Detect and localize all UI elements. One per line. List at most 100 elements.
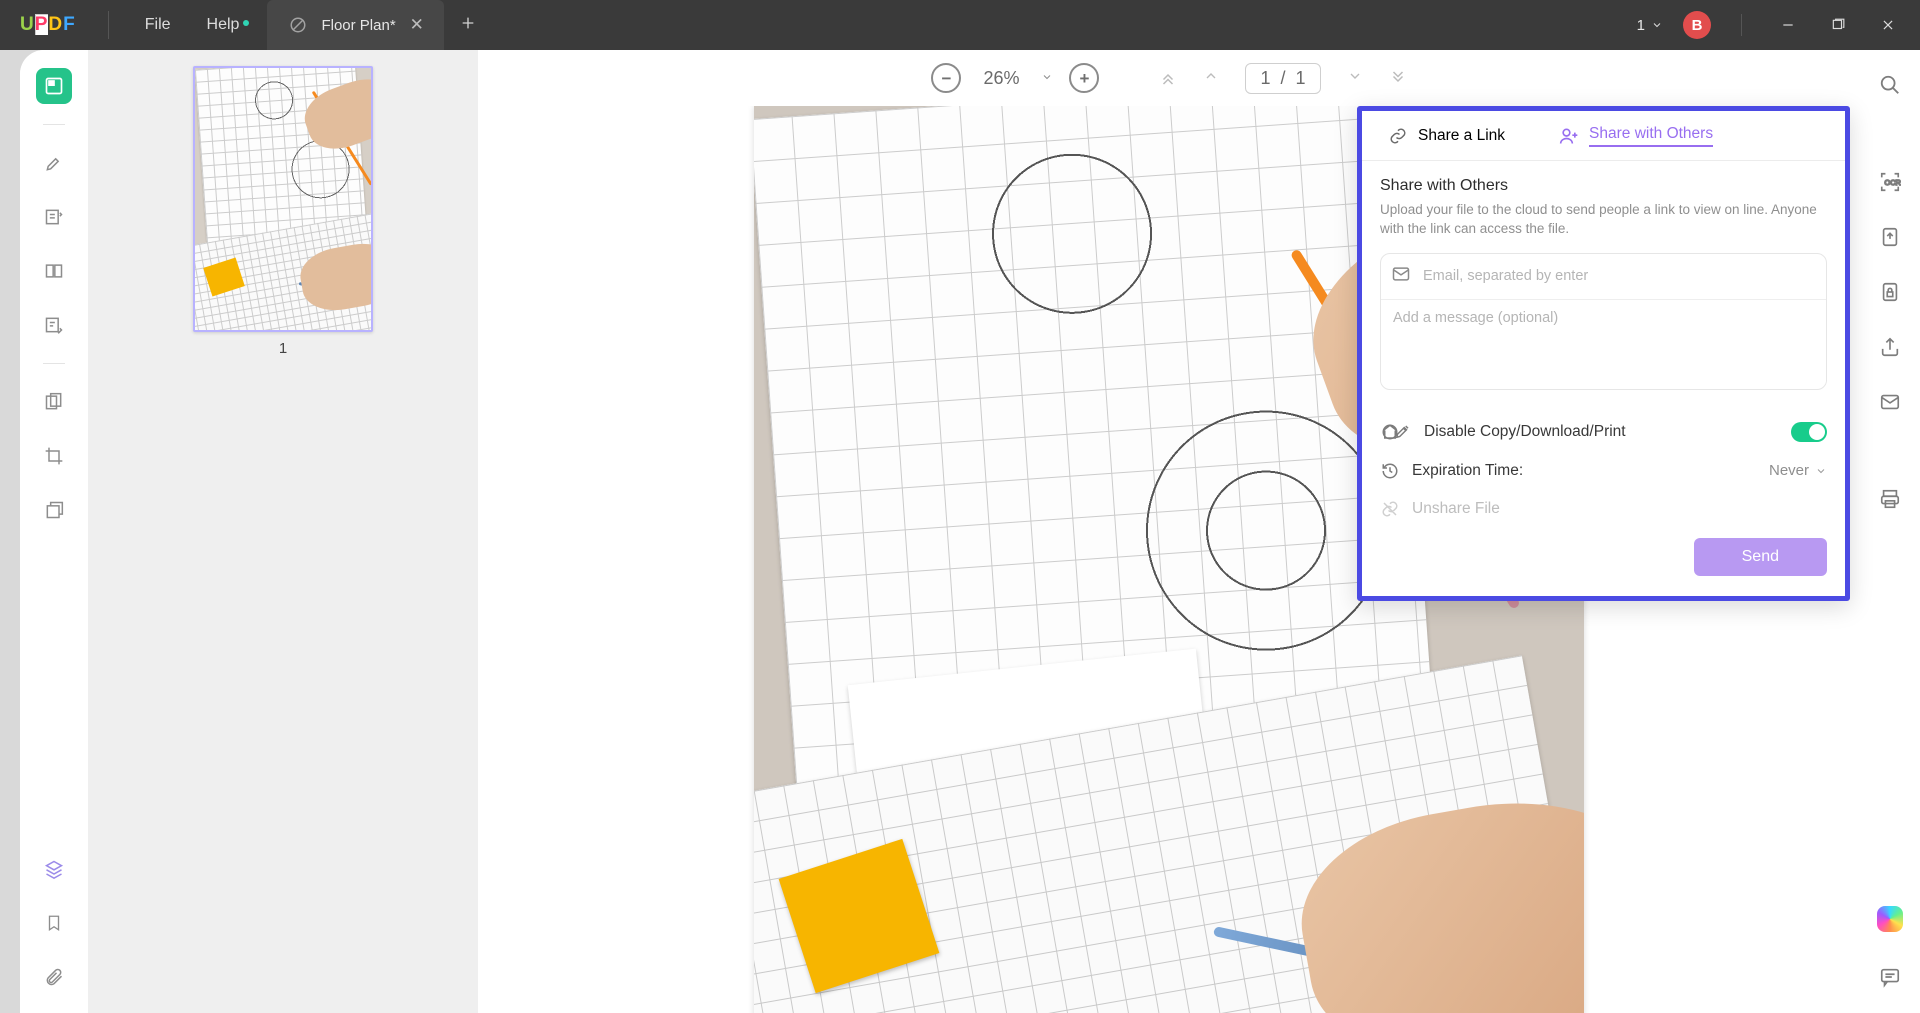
expiration-label: Expiration Time:	[1412, 462, 1523, 480]
share-email-input[interactable]	[1421, 267, 1816, 285]
minimize-icon	[1781, 18, 1795, 32]
send-button[interactable]: Send	[1694, 538, 1827, 576]
titlebar: UPDF File Help Floor Plan* ✕ 1 B	[0, 0, 1920, 50]
menu-help-label: Help	[207, 16, 240, 33]
window-minimize-button[interactable]	[1766, 5, 1810, 45]
tool-organize[interactable]	[36, 384, 72, 420]
first-page-button[interactable]	[1159, 69, 1177, 87]
disable-copy-label: Disable Copy/Download/Print	[1424, 423, 1626, 441]
divider	[108, 11, 109, 39]
file-export-icon	[1879, 226, 1901, 248]
separator	[43, 124, 65, 125]
total-pages: 1	[1296, 68, 1306, 89]
next-page-button[interactable]	[1347, 68, 1363, 89]
page-indicator[interactable]: 1 / 1	[1245, 63, 1320, 94]
share-title: Share with Others	[1380, 177, 1827, 195]
protect-button[interactable]	[1879, 281, 1901, 308]
document-toolbar: − 26% + 1 / 1	[478, 50, 1860, 106]
thumbnail-panel: 1	[88, 50, 478, 1013]
expiration-dropdown[interactable]: Never	[1769, 462, 1827, 479]
tool-attachment[interactable]	[36, 959, 72, 995]
close-icon	[1881, 18, 1895, 32]
search-button[interactable]	[1879, 74, 1901, 101]
share-message-input[interactable]	[1381, 300, 1826, 384]
zoom-dropdown[interactable]	[1041, 68, 1053, 88]
unlink-icon	[1380, 500, 1400, 518]
app-logo: UPDF	[20, 14, 76, 36]
right-toolbar: OCR	[1860, 50, 1920, 1013]
tab-close-button[interactable]: ✕	[410, 15, 424, 35]
tool-watermark[interactable]	[36, 492, 72, 528]
maximize-icon	[1831, 18, 1845, 32]
disable-copy-toggle[interactable]	[1791, 422, 1827, 442]
tool-highlight[interactable]	[36, 145, 72, 181]
double-chevron-up-icon	[1159, 69, 1177, 87]
help-notification-dot	[243, 20, 249, 26]
user-avatar[interactable]: B	[1683, 11, 1711, 39]
window-close-button[interactable]	[1866, 5, 1910, 45]
tool-form[interactable]	[36, 307, 72, 343]
open-windows-dropdown[interactable]: 1	[1629, 13, 1671, 38]
document-tab[interactable]: Floor Plan* ✕	[267, 0, 443, 50]
ai-assistant-button[interactable]	[1877, 906, 1903, 932]
page-thumbnail[interactable]	[193, 66, 373, 332]
email-button[interactable]	[1879, 391, 1901, 418]
stack-icon	[44, 500, 64, 520]
share-panel: Share a Link Share with Others Share wit…	[1357, 106, 1850, 601]
tool-crop[interactable]	[36, 438, 72, 474]
tool-bookmark[interactable]	[36, 905, 72, 941]
share-tab-others[interactable]: Share with Others	[1547, 111, 1725, 160]
tool-icon	[1392, 423, 1412, 441]
svg-text:OCR: OCR	[1885, 178, 1901, 187]
zoom-value: 26%	[977, 68, 1025, 89]
page-separator: /	[1280, 68, 1285, 89]
link-icon	[1388, 126, 1408, 146]
thumbnail-page-number: 1	[279, 340, 287, 357]
plus-icon	[460, 15, 476, 31]
chevron-down-icon	[1815, 465, 1827, 477]
tool-layers[interactable]	[36, 851, 72, 887]
expiration-option: Expiration Time: Never	[1380, 452, 1827, 490]
unshare-label: Unshare File	[1412, 500, 1500, 518]
minus-icon: −	[942, 70, 952, 87]
chevron-down-icon	[1347, 68, 1363, 84]
share-input-card	[1380, 253, 1827, 390]
text-annotation-icon	[44, 207, 64, 227]
zoom-out-button[interactable]: −	[931, 63, 961, 93]
new-tab-button[interactable]	[460, 15, 476, 36]
prev-page-button[interactable]	[1203, 68, 1219, 89]
window-maximize-button[interactable]	[1816, 5, 1860, 45]
export-button[interactable]	[1879, 226, 1901, 253]
form-icon	[44, 315, 64, 335]
print-button[interactable]	[1879, 488, 1901, 515]
last-page-button[interactable]	[1389, 69, 1407, 87]
ocr-icon: OCR	[1879, 171, 1901, 193]
ocr-button[interactable]: OCR	[1879, 171, 1901, 198]
menu-file[interactable]: File	[127, 16, 189, 34]
search-icon	[1879, 74, 1901, 96]
no-preview-icon	[289, 16, 307, 34]
file-lock-icon	[1879, 281, 1901, 303]
share-tab-link-label: Share a Link	[1418, 127, 1505, 145]
expiration-value: Never	[1769, 462, 1809, 479]
print-icon	[1879, 488, 1901, 510]
mail-icon	[1879, 391, 1901, 413]
disable-copy-option: Disable Copy/Download/Print	[1380, 412, 1827, 452]
unshare-option: Unshare File	[1380, 490, 1827, 528]
share-button[interactable]	[1879, 336, 1901, 363]
comment-button[interactable]	[1879, 966, 1901, 993]
open-windows-count: 1	[1637, 17, 1645, 34]
menu-help[interactable]: Help	[189, 16, 258, 34]
plus-icon: +	[1080, 70, 1090, 87]
tool-thumbnails[interactable]	[36, 68, 72, 104]
caret-down-icon	[1041, 71, 1053, 83]
tool-reading[interactable]	[36, 253, 72, 289]
chevron-down-icon	[1651, 19, 1663, 31]
zoom-in-button[interactable]: +	[1069, 63, 1099, 93]
tool-text-annot[interactable]	[36, 199, 72, 235]
tab-title: Floor Plan*	[321, 17, 395, 34]
layers-icon	[44, 859, 64, 879]
share-tab-link[interactable]: Share a Link	[1376, 111, 1517, 160]
paperclip-icon	[44, 967, 64, 987]
app-body: 1 − 26% + 1 /	[20, 50, 1920, 1013]
